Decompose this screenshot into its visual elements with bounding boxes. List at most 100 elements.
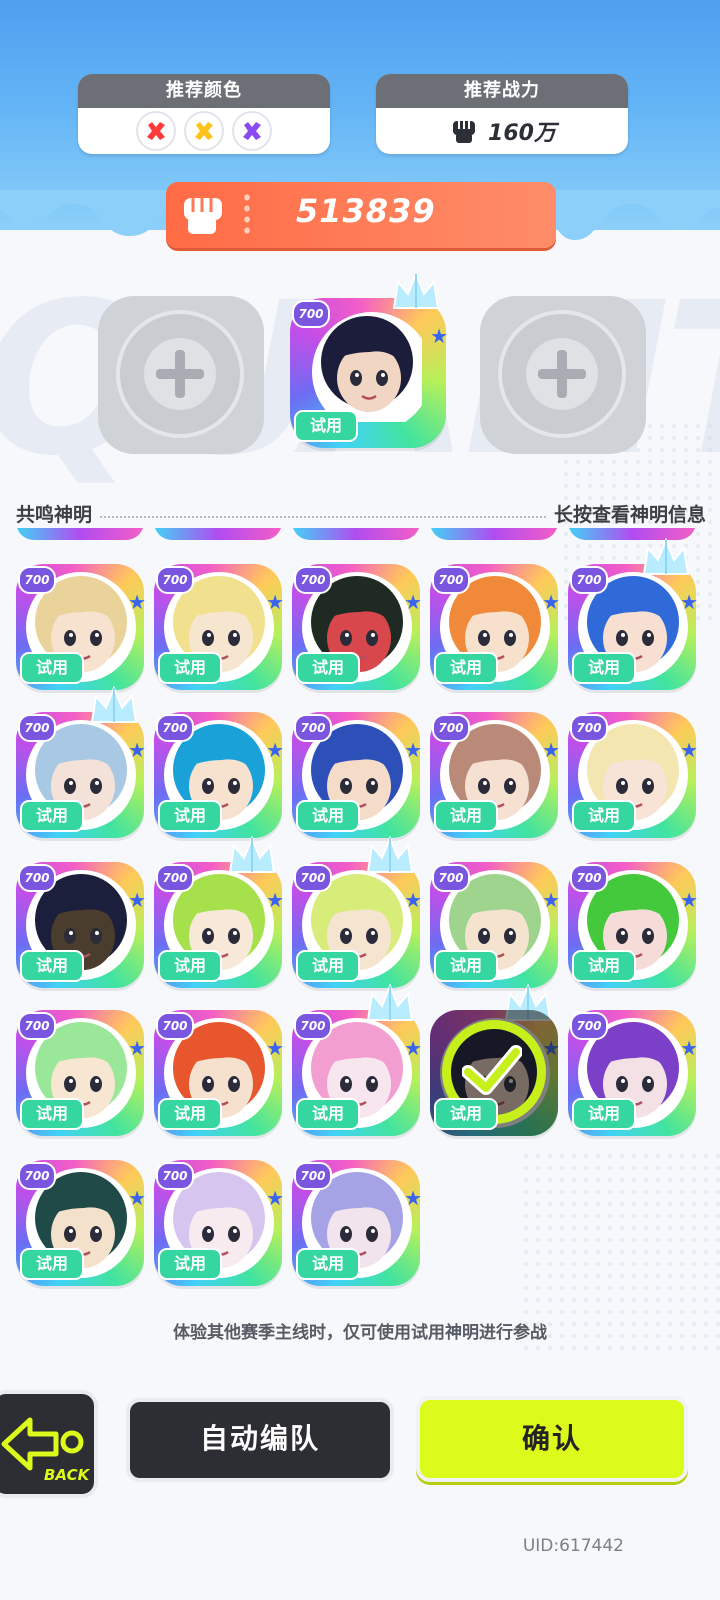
star-icon: ★: [430, 324, 448, 348]
back-button[interactable]: BACK: [0, 1390, 98, 1498]
level-badge: 700: [294, 566, 332, 594]
trial-tag: 试用: [572, 1098, 636, 1130]
recommended-power-title: 推荐战力: [376, 74, 628, 108]
level-badge: 700: [432, 864, 470, 892]
decor-dots: [242, 192, 252, 238]
star-icon: ★: [266, 738, 284, 762]
trial-tag: 试用: [572, 652, 636, 684]
trial-tag: 试用: [296, 652, 360, 684]
star-icon: ★: [128, 888, 146, 912]
star-icon: ★: [542, 590, 560, 614]
star-icon: ★: [266, 590, 284, 614]
crown-icon: [392, 272, 440, 309]
recommended-power-panel: 推荐战力 160万: [376, 74, 628, 154]
level-badge: 700: [292, 300, 330, 328]
trial-tag: 试用: [572, 950, 636, 982]
character-card[interactable]: ★ 700 试用: [290, 272, 448, 448]
level-badge: 700: [570, 566, 608, 594]
level-badge: 700: [432, 714, 470, 742]
trial-tag: 试用: [20, 800, 84, 832]
back-arrow-icon: BACK: [1, 1417, 91, 1484]
section-title: 共鸣神明: [16, 503, 93, 526]
auto-team-button[interactable]: 自动编队: [126, 1398, 394, 1482]
character-card[interactable]: ★ 700 试用: [154, 712, 284, 838]
star-icon: ★: [404, 738, 422, 762]
recommended-colors-title: 推荐颜色: [78, 74, 330, 108]
trial-tag: 试用: [294, 410, 358, 442]
character-card[interactable]: ★ 700 试用: [292, 1160, 422, 1286]
character-card[interactable]: ★ 700 试用: [568, 862, 698, 988]
level-badge: 700: [570, 864, 608, 892]
trial-tag: 试用: [20, 1248, 84, 1280]
character-card[interactable]: ★ 700 试用: [154, 1160, 284, 1286]
level-badge: 700: [294, 864, 332, 892]
trial-tag: 试用: [434, 800, 498, 832]
team-power-bar: 513839: [166, 182, 556, 248]
confirm-button[interactable]: 确认: [416, 1396, 688, 1482]
plus-icon: [144, 338, 216, 410]
trial-tag: 试用: [20, 1098, 84, 1130]
checkmark-icon: [462, 1045, 522, 1095]
user-id: UID:617442: [522, 1536, 624, 1556]
team-slot-empty[interactable]: [98, 296, 264, 454]
level-badge: 700: [294, 714, 332, 742]
trial-tag: 试用: [158, 652, 222, 684]
scrolled-row-peek: [0, 528, 720, 542]
crown-icon: [366, 836, 414, 873]
character-card[interactable]: ★ 700 试用: [292, 984, 422, 1136]
character-card[interactable]: ★ 700 试用: [568, 712, 698, 838]
crown-icon: [642, 538, 690, 575]
color-dot: [136, 111, 176, 151]
trial-tag: 试用: [296, 1098, 360, 1130]
character-card[interactable]: ★ 700 试用: [430, 862, 560, 988]
character-card[interactable]: ★ 700 试用: [16, 1160, 146, 1286]
star-icon: ★: [680, 738, 698, 762]
color-dot: [232, 111, 272, 151]
star-icon: ★: [404, 1036, 422, 1060]
trial-tag: 试用: [296, 950, 360, 982]
trial-tag: 试用: [434, 950, 498, 982]
level-badge: 700: [432, 566, 470, 594]
trial-tag: 试用: [296, 800, 360, 832]
character-card[interactable]: ★ 700 试用: [154, 836, 284, 988]
trial-tag: 试用: [20, 652, 84, 684]
trial-tag: 试用: [572, 800, 636, 832]
character-card[interactable]: ★试用: [430, 984, 560, 1136]
level-badge: 700: [18, 566, 56, 594]
fist-icon: [453, 121, 476, 143]
star-icon: ★: [404, 888, 422, 912]
star-icon: ★: [542, 888, 560, 912]
level-badge: 700: [156, 1012, 194, 1040]
character-card[interactable]: ★ 700 试用: [292, 564, 422, 690]
character-card[interactable]: ★ 700 试用: [292, 712, 422, 838]
star-icon: ★: [128, 1036, 146, 1060]
level-badge: 700: [156, 566, 194, 594]
star-icon: ★: [266, 888, 284, 912]
level-badge: 700: [156, 1162, 194, 1190]
back-label: BACK: [44, 1466, 91, 1484]
level-badge: 700: [156, 864, 194, 892]
recommended-colors-panel: 推荐颜色: [78, 74, 330, 154]
level-badge: 700: [570, 714, 608, 742]
trial-tag: 试用: [158, 800, 222, 832]
character-card[interactable]: ★ 700 试用: [16, 862, 146, 988]
star-icon: ★: [680, 590, 698, 614]
character-card[interactable]: ★ 700 试用: [430, 564, 560, 690]
character-card[interactable]: ★ 700 试用: [16, 686, 146, 838]
team-slot-empty[interactable]: [480, 296, 646, 454]
section-divider: [100, 516, 546, 518]
trial-notice: 体验其他赛季主线时，仅可使用试用神明进行参战: [173, 1323, 547, 1343]
team-power-value: 513839: [296, 192, 436, 230]
roster-section-header: 共鸣神明 长按查看神明信息: [16, 498, 706, 528]
character-card[interactable]: ★ 700 试用: [568, 1010, 698, 1136]
character-card[interactable]: ★ 700 试用: [568, 538, 698, 690]
character-card[interactable]: ★ 700 试用: [292, 836, 422, 988]
star-icon: ★: [404, 590, 422, 614]
character-card[interactable]: ★ 700 试用: [154, 1010, 284, 1136]
level-badge: 700: [294, 1012, 332, 1040]
character-card[interactable]: ★ 700 试用: [430, 712, 560, 838]
recommended-colors-list: [78, 108, 330, 154]
character-card[interactable]: ★ 700 试用: [16, 1010, 146, 1136]
character-card[interactable]: ★ 700 试用: [16, 564, 146, 690]
character-card[interactable]: ★ 700 试用: [154, 564, 284, 690]
